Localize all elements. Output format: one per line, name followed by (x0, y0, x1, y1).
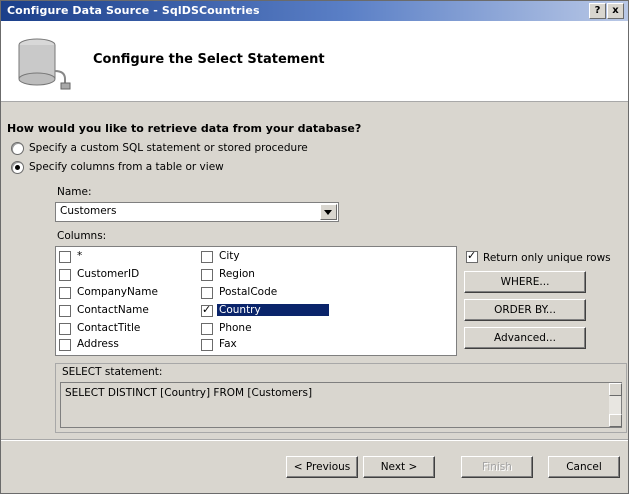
table-name-dropdown[interactable]: Customers (55, 202, 339, 222)
column-checkbox-checked[interactable]: ✓ (201, 303, 213, 317)
column-checkbox[interactable] (59, 323, 71, 335)
column-label: CompanyName (77, 286, 158, 298)
column-checkbox[interactable] (201, 323, 213, 335)
column-item-phone[interactable]: Phone (201, 321, 351, 337)
footer-divider (1, 439, 628, 441)
column-checkbox[interactable] (59, 287, 71, 299)
next-button[interactable]: Next > (363, 456, 435, 478)
retrieve-data-question: How would you like to retrieve data from… (7, 122, 362, 135)
cancel-button[interactable]: Cancel (548, 456, 620, 478)
column-label: * (77, 250, 83, 262)
column-checkbox[interactable] (201, 287, 213, 299)
column-label: CustomerID (77, 268, 140, 280)
window-title: Configure Data Source - SqlDSCountries (7, 4, 260, 17)
column-label: Region (219, 268, 255, 280)
column-checkbox[interactable] (201, 339, 213, 351)
configure-data-source-dialog: Configure Data Source - SqlDSCountries ?… (0, 0, 629, 494)
column-label: PostalCode (219, 286, 278, 298)
custom-sql-label: Specify a custom SQL statement or stored… (29, 142, 308, 154)
unique-rows-option[interactable]: ✓ Return only unique rows (466, 249, 626, 265)
close-button[interactable]: x (607, 3, 624, 19)
finish-button: Finish (461, 456, 533, 478)
column-label: Phone (219, 322, 252, 334)
select-statement-box[interactable]: SELECT DISTINCT [Country] FROM [Customer… (60, 382, 622, 428)
column-label: ContactTitle (77, 322, 141, 334)
select-statement-text: SELECT DISTINCT [Country] FROM [Customer… (65, 387, 313, 399)
previous-button[interactable]: < Previous (286, 456, 358, 478)
order-by-button[interactable]: ORDER BY... (464, 299, 586, 321)
table-columns-label: Specify columns from a table or view (29, 161, 224, 173)
column-checkbox[interactable] (59, 305, 71, 317)
radio-button-selected[interactable] (11, 161, 24, 174)
columns-label: Columns: (57, 230, 107, 242)
column-checkbox[interactable] (59, 339, 71, 351)
scroll-up-icon[interactable] (609, 383, 622, 396)
column-label: ContactName (77, 304, 149, 316)
scroll-down-icon[interactable] (609, 414, 622, 427)
column-label: Address (77, 338, 119, 350)
title-bar[interactable]: Configure Data Source - SqlDSCountries ?… (1, 1, 628, 21)
column-item-fax[interactable]: Fax (201, 337, 351, 353)
column-checkbox[interactable] (59, 251, 71, 263)
column-checkbox[interactable] (59, 269, 71, 281)
column-item-city[interactable]: City (201, 249, 351, 265)
column-label-selected: Country (217, 304, 329, 316)
vertical-scrollbar[interactable] (609, 383, 622, 427)
custom-sql-radio[interactable]: Specify a custom SQL statement or stored… (11, 142, 341, 156)
select-statement-group: SELECT statement: SELECT DISTINCT [Count… (55, 363, 627, 433)
table-name-value: Customers (60, 205, 117, 217)
chevron-down-icon[interactable] (320, 204, 337, 220)
unique-rows-checkbox[interactable]: ✓ (466, 249, 478, 263)
unique-rows-label: Return only unique rows (483, 252, 611, 264)
help-button[interactable]: ? (589, 3, 606, 19)
wizard-header: Configure the Select Statement (1, 21, 628, 102)
column-item-companyname[interactable]: CompanyName (59, 285, 209, 301)
columns-list[interactable]: * CustomerID CompanyName ContactName Con… (55, 246, 457, 356)
column-item-country[interactable]: ✓ Country (201, 303, 351, 319)
column-item-star[interactable]: * (59, 249, 209, 265)
column-item-address[interactable]: Address (59, 337, 209, 353)
select-statement-label: SELECT statement: (62, 366, 163, 378)
column-item-contactname[interactable]: ContactName (59, 303, 209, 319)
where-button[interactable]: WHERE... (464, 271, 586, 293)
column-item-region[interactable]: Region (201, 267, 351, 283)
column-item-contacttitle[interactable]: ContactTitle (59, 321, 209, 337)
column-checkbox[interactable] (201, 251, 213, 263)
advanced-button[interactable]: Advanced... (464, 327, 586, 349)
radio-button[interactable] (11, 142, 24, 155)
page-title: Configure the Select Statement (93, 52, 325, 67)
column-item-postalcode[interactable]: PostalCode (201, 285, 351, 301)
column-label: Fax (219, 338, 237, 350)
table-columns-radio[interactable]: Specify columns from a table or view (11, 161, 341, 175)
database-connection-icon (18, 38, 71, 90)
column-item-customerid[interactable]: CustomerID (59, 267, 209, 283)
column-checkbox[interactable] (201, 269, 213, 281)
name-label: Name: (57, 186, 92, 198)
column-label: City (219, 250, 240, 262)
